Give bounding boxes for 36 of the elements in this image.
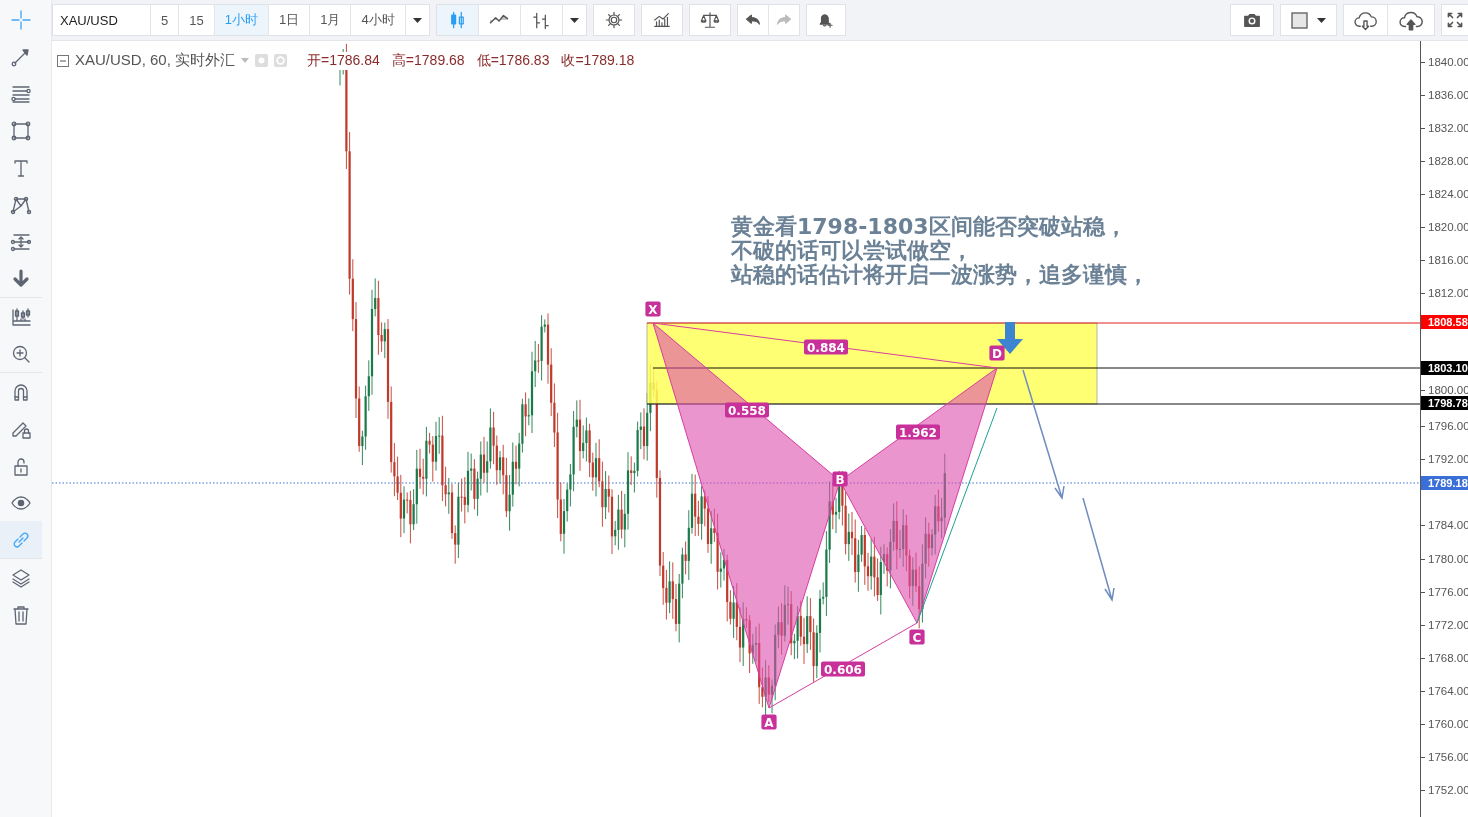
annotation-text: 不破的话可以尝试做空，	[731, 239, 973, 263]
scale-icon	[699, 10, 720, 30]
collapse-icon[interactable]	[57, 54, 69, 67]
point-label: C	[909, 629, 925, 645]
caret-icon	[569, 17, 579, 23]
price-tag: 1803.10	[1421, 360, 1468, 375]
rectangle-icon	[10, 119, 32, 142]
point-label: A	[761, 714, 777, 730]
caret-icon	[1317, 17, 1326, 23]
price-tag: 1808.58	[1421, 315, 1468, 330]
price-tag: 1789.18	[1421, 476, 1468, 490]
interval-tab[interactable]: 1日	[268, 5, 311, 35]
annotation-text: 黄金看1798-1803区间能否突破站稳，	[731, 215, 1127, 239]
square-icon	[1291, 11, 1308, 29]
point-label: B	[832, 471, 848, 487]
ohlc-value: 高=1789.68	[391, 51, 465, 70]
interval-tab[interactable]: 4小时	[351, 5, 406, 35]
legend-title: XAU/USD, 60, 实时外汇	[75, 51, 236, 70]
indicators-icon	[651, 10, 672, 30]
annotation-text: 站稳的话估计将开启一波涨势，追多谨慎，	[731, 263, 1149, 287]
interval-tab[interactable]: 15	[179, 5, 215, 35]
ohlc-value: 开=1786.84	[307, 51, 380, 70]
candles-chart-button[interactable]	[436, 5, 479, 35]
interval-tab[interactable]: 1月	[310, 5, 352, 35]
fullscreen-icon	[1446, 11, 1464, 29]
ohlc-value: 收=1789.18	[561, 51, 635, 70]
area-line-icon	[489, 14, 510, 26]
symbol-field[interactable]: XAU/USD	[53, 5, 151, 35]
point-label: X	[645, 301, 661, 317]
ohlc-value: 低=1786.83	[476, 51, 550, 70]
crosshair-icon	[10, 8, 32, 31]
ratio-label: 0.606	[821, 661, 865, 677]
interval-tab[interactable]: 5	[151, 5, 180, 35]
ratio-label: 1.962	[896, 424, 940, 440]
caret-icon	[412, 17, 422, 23]
price-tag: 1798.78	[1421, 396, 1468, 411]
